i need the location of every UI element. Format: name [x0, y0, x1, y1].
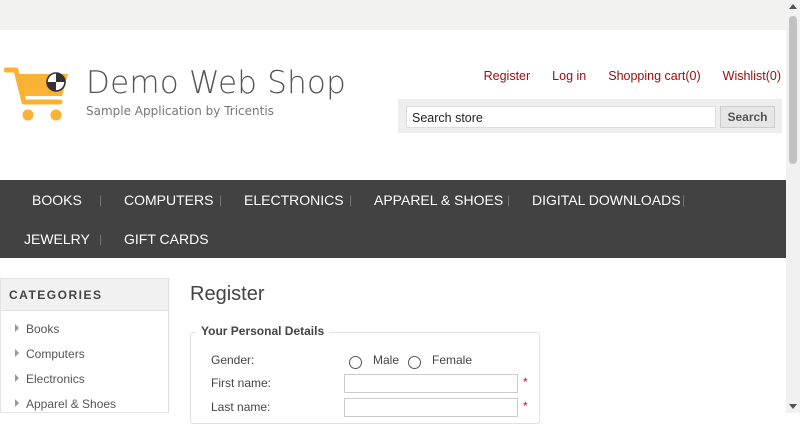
caret-right-icon [15, 374, 19, 382]
nav-item-digital-downloads[interactable]: DIGITAL DOWNLOADS [532, 192, 681, 208]
nav-item-jewelry[interactable]: JEWELRY [24, 231, 90, 247]
category-item-electronics[interactable]: Electronics [15, 372, 85, 386]
category-label[interactable]: Apparel & Shoes [26, 397, 116, 411]
gender-male-label[interactable]: Male [373, 353, 399, 367]
nav-separator: | [219, 193, 223, 207]
category-label[interactable]: Electronics [26, 372, 85, 386]
top-strip [0, 0, 786, 30]
search-button[interactable]: Search [720, 106, 775, 128]
page-title: Register [190, 283, 265, 305]
site-title[interactable]: Demo Web Shop [86, 65, 346, 101]
first-name-label: First name: [211, 376, 272, 390]
gender-female-label[interactable]: Female [432, 353, 472, 367]
required-marker: * [523, 375, 528, 389]
header-links: Register Log in Shopping cart(0) Wishlis… [484, 69, 781, 83]
nav-item-gift-cards[interactable]: GIFT CARDS [124, 231, 209, 247]
nav-item-books[interactable]: BOOKS [32, 192, 82, 208]
nav-separator: | [682, 193, 686, 207]
personal-details-legend: Your Personal Details [196, 324, 330, 338]
category-label[interactable]: Computers [26, 347, 85, 361]
category-item-books[interactable]: Books [15, 322, 59, 336]
gender-label: Gender: [211, 353, 255, 367]
categories-block: CATEGORIES Books Computers Electronics A… [0, 278, 169, 413]
wishlist-link[interactable]: Wishlist(0) [723, 69, 781, 83]
category-item-apparel-shoes[interactable]: Apparel & Shoes [15, 397, 116, 411]
caret-right-icon [15, 399, 19, 407]
shopping-cart-link[interactable]: Shopping cart(0) [608, 69, 700, 83]
caret-right-icon [15, 324, 19, 332]
nav-separator: | [349, 193, 353, 207]
top-menu: BOOKS | COMPUTERS | ELECTRONICS | APPARE… [0, 180, 786, 258]
scroll-thumb[interactable] [789, 16, 797, 164]
category-item-computers[interactable]: Computers [15, 347, 85, 361]
shopping-cart-logo-icon[interactable] [4, 64, 76, 126]
search-input[interactable]: Search store [406, 106, 716, 128]
nav-item-apparel-shoes[interactable]: APPAREL & SHOES [374, 192, 503, 208]
scroll-down-arrow-icon[interactable] [789, 404, 797, 409]
nav-item-electronics[interactable]: ELECTRONICS [244, 192, 344, 208]
nav-separator: | [507, 193, 511, 207]
caret-right-icon [15, 349, 19, 357]
nav-separator: | [99, 193, 103, 207]
last-name-field[interactable] [344, 398, 518, 417]
nav-item-computers[interactable]: COMPUTERS [124, 192, 213, 208]
login-link[interactable]: Log in [552, 69, 586, 83]
gender-male-radio[interactable] [349, 356, 362, 369]
first-name-field[interactable] [344, 374, 518, 393]
categories-title: CATEGORIES [1, 279, 168, 311]
site-subtitle: Sample Application by Tricentis [86, 104, 274, 118]
register-link[interactable]: Register [484, 69, 531, 83]
vertical-scrollbar[interactable] [786, 0, 800, 413]
scroll-up-arrow-icon[interactable] [789, 4, 797, 9]
required-marker: * [523, 399, 528, 413]
gender-female-radio[interactable] [408, 356, 421, 369]
category-label[interactable]: Books [26, 322, 59, 336]
nav-separator: | [99, 232, 103, 246]
last-name-label: Last name: [211, 400, 271, 414]
